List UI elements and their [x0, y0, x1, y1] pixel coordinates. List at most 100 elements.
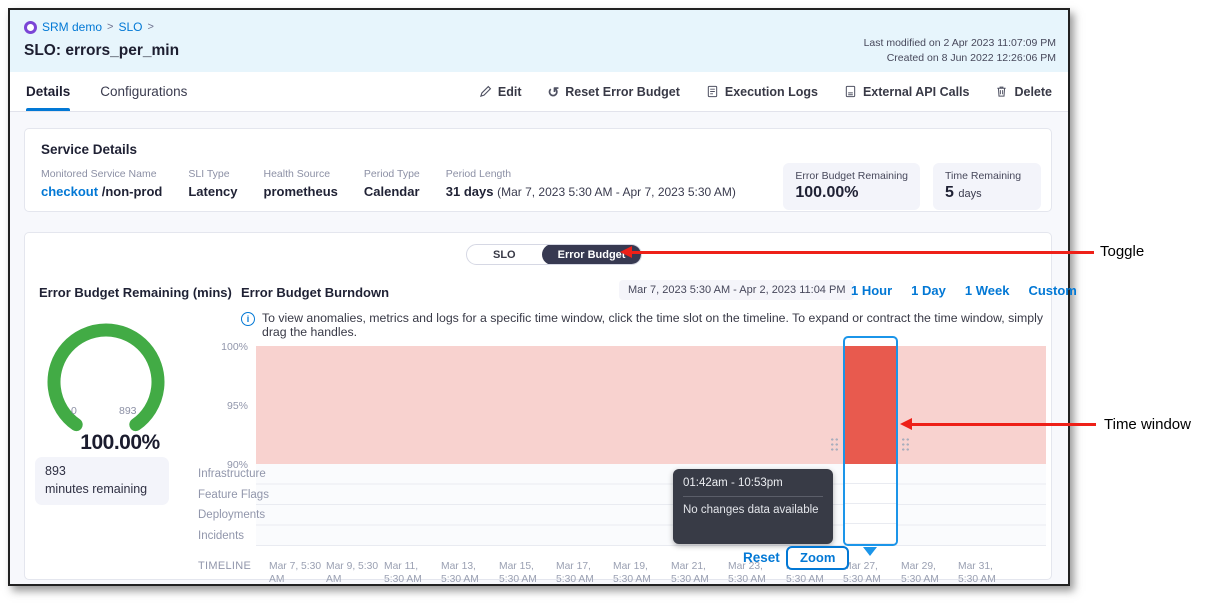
tab-configurations[interactable]: Configurations: [100, 72, 187, 111]
x-tick: Mar 13, 5:30 AM: [441, 560, 497, 587]
breadcrumb-link-app[interactable]: SRM demo: [42, 20, 102, 34]
zoom-button[interactable]: Zoom: [786, 546, 849, 570]
error-budget-remaining-stat: Error Budget Remaining 100.00%: [783, 163, 920, 210]
annotation-toggle-label: Toggle: [1100, 243, 1144, 260]
error-budget-gauge: 0 893: [41, 317, 171, 447]
execution-logs-button[interactable]: Execution Logs: [706, 85, 818, 99]
breadcrumb-link-slo[interactable]: SLO: [118, 20, 142, 34]
app-window: SRM demo > SLO > SLO: errors_per_min Las…: [8, 8, 1070, 586]
row-label-incidents: Incidents: [198, 530, 244, 542]
slo-stats: Error Budget Remaining 100.00% Time Rema…: [783, 163, 1041, 210]
time-window-pointer: [863, 547, 877, 556]
last-modified-text: Last modified on 2 Apr 2023 11:07:09 PM: [864, 36, 1056, 51]
gauge-title: Error Budget Remaining (mins): [39, 285, 232, 300]
reset-error-budget-label: Reset Error Budget: [565, 85, 680, 99]
annotation-time-window-label: Time window: [1104, 416, 1191, 433]
trash-icon: [995, 85, 1008, 98]
y-tick-100: 100%: [198, 341, 248, 353]
minutes-remaining-label: minutes remaining: [45, 480, 159, 498]
burndown-title: Error Budget Burndown: [241, 285, 389, 300]
row-label-feature-flags: Feature Flags: [198, 489, 269, 501]
edit-button[interactable]: Edit: [479, 85, 522, 99]
right-drag-handle-icon[interactable]: [901, 437, 910, 452]
toolbar: Edit ↺ Reset Error Budget Execution Logs…: [479, 72, 1052, 111]
x-tick: Mar 29, 5:30 AM: [901, 560, 957, 587]
timeline-label: TIMELINE: [198, 560, 251, 572]
monitored-service-link[interactable]: checkout: [41, 184, 98, 199]
x-tick: Mar 15, 5:30 AM: [499, 560, 555, 587]
external-api-calls-button[interactable]: External API Calls: [844, 85, 970, 99]
tooltip-message: No changes data available: [683, 504, 823, 516]
time-range-links: 1 Hour 1 Day 1 Week Custom: [851, 283, 1077, 298]
x-tick: Mar 31, 5:30 AM: [958, 560, 1014, 587]
document-api-icon: [844, 85, 857, 98]
error-budget-section-card: SLO Error Budget Error Budget Remaining …: [24, 232, 1052, 580]
time-window-selection[interactable]: [843, 336, 898, 546]
x-tick: Mar 17, 5:30 AM: [556, 560, 612, 587]
y-tick-95: 95%: [198, 400, 248, 412]
slo-errorbudget-toggle[interactable]: SLO Error Budget: [466, 244, 642, 265]
gauge-max-label: 893: [119, 405, 137, 417]
time-remaining-stat: Time Remaining 5 days: [933, 163, 1041, 210]
execution-logs-label: Execution Logs: [725, 85, 818, 99]
left-drag-handle-icon[interactable]: [830, 437, 839, 452]
x-tick: Mar 21, 5:30 AM: [671, 560, 727, 587]
environment-label: /non-prod: [102, 184, 163, 199]
delete-button[interactable]: Delete: [995, 85, 1052, 99]
header-meta: Last modified on 2 Apr 2023 11:07:09 PM …: [864, 36, 1056, 66]
info-text: To view anomalies, metrics and logs for …: [262, 311, 1051, 339]
field-period-length: Period Length 31 days (Mar 7, 2023 5:30 …: [446, 168, 736, 199]
annotation-toggle-arrowhead-icon: [620, 246, 632, 258]
info-icon: i: [241, 312, 255, 326]
field-health-source: Health Source prometheus: [264, 168, 338, 199]
annotation-time-window-arrowhead-icon: [900, 418, 912, 430]
reset-icon: ↺: [548, 85, 560, 99]
tooltip-time-range: 01:42am - 10:53pm: [683, 477, 823, 489]
harness-logo-icon: [24, 21, 37, 34]
annotation-time-window-arrow: [912, 423, 1096, 426]
minutes-remaining-box: 893 minutes remaining: [35, 457, 169, 505]
gauge-arc: [41, 317, 171, 447]
tooltip-divider: [683, 496, 823, 497]
toggle-option-slo[interactable]: SLO: [467, 249, 542, 261]
x-tick: Mar 9, 5:30 AM: [326, 560, 382, 587]
row-label-infrastructure: Infrastructure: [198, 468, 266, 480]
page-header: SRM demo > SLO > SLO: errors_per_min Las…: [10, 10, 1068, 72]
field-monitored-service: Monitored Service Name checkout /non-pro…: [41, 168, 162, 199]
delete-label: Delete: [1014, 85, 1052, 99]
x-tick: Mar 19, 5:30 AM: [613, 560, 669, 587]
page-body: Service Details Monitored Service Name c…: [10, 112, 1068, 584]
info-banner: i To view anomalies, metrics and logs fo…: [241, 311, 1051, 339]
date-range-chip[interactable]: Mar 7, 2023 5:30 AM - Apr 2, 2023 11:04 …: [619, 280, 854, 300]
range-1-hour[interactable]: 1 Hour: [851, 283, 892, 298]
external-api-calls-label: External API Calls: [863, 85, 970, 99]
annotation-toggle-arrow: [632, 251, 1094, 254]
breadcrumb: SRM demo > SLO >: [24, 20, 154, 34]
tab-details[interactable]: Details: [26, 72, 70, 111]
x-tick: Mar 11, 5:30 AM: [384, 560, 440, 587]
x-tick: Mar 7, 5:30 AM: [269, 560, 325, 587]
row-label-deployments: Deployments: [198, 509, 265, 521]
range-1-week[interactable]: 1 Week: [965, 283, 1010, 298]
chart-tooltip: 01:42am - 10:53pm No changes data availa…: [673, 469, 833, 544]
tab-bar: Details Configurations Edit ↺ Reset Erro…: [10, 72, 1068, 112]
field-period-type: Period Type Calendar: [364, 168, 420, 199]
range-custom[interactable]: Custom: [1028, 283, 1076, 298]
reset-error-budget-button[interactable]: ↺ Reset Error Budget: [548, 85, 680, 99]
time-window-highlight: [845, 346, 896, 464]
reset-link[interactable]: Reset: [743, 550, 780, 565]
gauge-min-label: 0: [71, 405, 77, 417]
breadcrumb-separator: >: [147, 21, 153, 33]
range-1-day[interactable]: 1 Day: [911, 283, 946, 298]
service-details-title: Service Details: [41, 142, 1035, 157]
edit-label: Edit: [498, 85, 522, 99]
change-rows-area[interactable]: [256, 464, 1046, 546]
created-text: Created on 8 Jun 2022 12:26:06 PM: [864, 51, 1056, 66]
x-tick: Mar 27, 5:30 AM: [843, 560, 899, 587]
burndown-area[interactable]: [256, 346, 1046, 464]
pencil-icon: [479, 85, 492, 98]
minutes-remaining-value: 893: [45, 462, 159, 480]
service-details-card: Service Details Monitored Service Name c…: [24, 128, 1052, 212]
period-length-detail: (Mar 7, 2023 5:30 AM - Apr 7, 2023 5:30 …: [497, 185, 736, 199]
time-window-rows: [845, 464, 896, 544]
